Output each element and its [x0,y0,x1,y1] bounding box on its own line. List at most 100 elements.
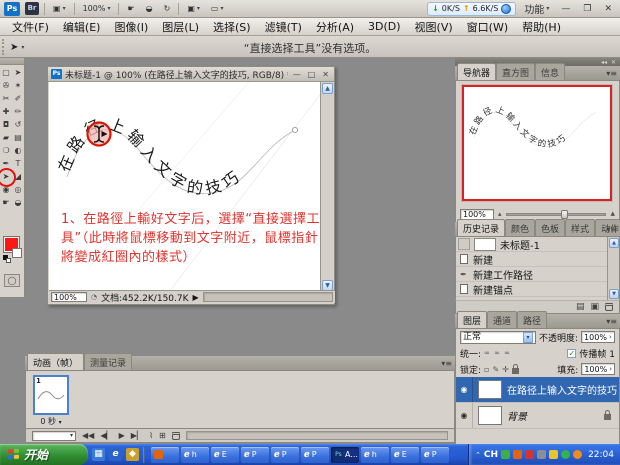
layer-name[interactable]: 在路径上输入文字的技巧 [507,382,617,397]
close-button[interactable]: ✕ [600,4,616,14]
move-tool[interactable]: ➤ [12,66,24,79]
tab-channels[interactable]: 通道 [487,311,517,328]
path-end-anchor[interactable] [292,127,297,132]
delete-state-button[interactable] [605,303,613,311]
tab-paths[interactable]: 路径 [517,311,547,328]
delete-frame-button[interactable] [172,432,180,440]
taskbar-window-button[interactable]: eP [301,447,329,463]
text-layer-thumbnail[interactable]: T [478,380,502,399]
quick-launch-desktop-icon[interactable]: ▦ [92,448,105,461]
minimize-button[interactable]: — [557,4,574,14]
quick-mask-button[interactable]: ◯ [4,274,20,287]
visibility-toggle[interactable]: ◉ [456,377,473,402]
history-scrollbar[interactable]: ▲ ▼ [607,237,619,300]
3d-rotate-tool[interactable]: ◉ [0,183,12,196]
canvas[interactable]: 在路径上输入文字的技巧 1、在路徑上輸好文字后，選擇“直接選擇工具”（此時將鼠標… [49,82,322,292]
taskbar-window-button[interactable]: eh [361,447,389,463]
zoom-in-icon[interactable]: ▴ [610,209,615,219]
tray-icon[interactable] [513,450,522,459]
dodge-tool[interactable]: ◐ [12,144,24,157]
status-menu-arrow[interactable]: ▶ [193,293,199,302]
menu-file[interactable]: 文件(F) [5,17,56,37]
tab-swatches[interactable]: 色板 [535,219,565,236]
panel-menu-icon[interactable]: ▾≡ [606,317,617,326]
clone-stamp-tool[interactable]: ◘ [0,118,12,131]
collapse-panels-icon[interactable]: ◂◂ [601,59,607,66]
play-button[interactable]: ▶ [119,431,125,440]
tools-panel-header[interactable] [0,58,24,65]
doc-maximize-button[interactable]: □ [306,70,318,79]
fill-field[interactable]: 100%› [581,363,615,375]
menu-select[interactable]: 选择(S) [206,17,258,37]
scroll-up-arrow[interactable]: ▲ [609,238,619,248]
gradient-tool[interactable]: ▤ [12,131,24,144]
scroll-up-arrow[interactable]: ▲ [322,83,333,94]
menu-analysis[interactable]: 分析(A) [309,17,361,37]
tray-icon[interactable] [525,450,534,459]
brush-tool[interactable]: ✏ [12,105,24,118]
tab-navigator[interactable]: 导航器 [457,63,496,80]
tray-icon[interactable] [573,450,582,459]
3d-orbit-tool[interactable]: ◎ [12,183,24,196]
taskbar-window-button[interactable]: eE [211,447,239,463]
tray-icon[interactable] [549,450,558,459]
zoom-level-control[interactable]: 100%▾ [80,3,114,14]
crop-tool[interactable]: ✂ [0,92,12,105]
taskbar-window-button[interactable]: eP [421,447,449,463]
menu-filter[interactable]: 滤镜(T) [258,17,309,37]
animation-scrollbar[interactable] [186,431,448,440]
tab-layers[interactable]: 图层 [457,311,487,328]
new-document-from-state-button[interactable]: ▤ [576,302,585,312]
lock-position-icon[interactable]: ✛ [502,365,509,374]
vertical-scrollbar[interactable]: ▲ ▼ [320,82,333,292]
unify-link-icons[interactable]: ∞ ∞ ∞ [484,349,511,357]
lock-all-icon[interactable] [512,368,519,374]
taskbar-window-button[interactable]: eP [271,447,299,463]
lasso-tool[interactable]: ✇ [0,79,12,92]
taskbar-window-button[interactable]: eP [241,447,269,463]
type-tool[interactable]: T [12,157,24,170]
duplicate-frame-button[interactable]: ⊞ [159,431,166,440]
tween-button[interactable]: ⌇ [149,431,153,440]
panel-menu-icon[interactable]: ▾≡ [606,225,617,234]
tab-histogram[interactable]: 直方图 [496,63,535,80]
zoom-tool-button[interactable]: ◒ [143,3,156,14]
history-brush-tool[interactable]: ↺ [12,118,24,131]
visibility-toggle[interactable]: ◉ [456,403,473,428]
tab-info[interactable]: 信息 [535,63,565,80]
taskbar-window-button[interactable] [151,447,179,463]
hand-tool-button[interactable]: ☛ [124,3,137,14]
history-step-row[interactable]: 新建 [456,252,619,267]
lock-paint-icon[interactable]: ✎ [492,365,499,374]
view-extras-button[interactable]: ▣▾ [50,3,69,14]
opacity-field[interactable]: 100%› [581,331,615,343]
eyedropper-tool[interactable]: ✐ [12,92,24,105]
doc-close-button[interactable]: ✕ [320,70,331,79]
bridge-launch-icon[interactable]: Br [25,2,39,15]
eraser-tool[interactable]: ▰ [0,131,12,144]
lock-transparent-icon[interactable]: ▫ [484,365,489,374]
history-step-row[interactable]: 新建锚点 [456,282,619,297]
rotate-view-button[interactable]: ↻ [161,3,174,14]
propagate-checkbox[interactable]: ✓ [567,349,576,358]
layer-row-background[interactable]: ◉ 背景 [456,403,619,429]
document-title-bar[interactable]: Ps 未标题-1 @ 100% (在路径上输入文字的技巧, RGB/8) * —… [48,67,334,82]
panel-menu-icon[interactable]: ▾≡ [606,69,617,78]
background-layer-thumbnail[interactable] [478,406,502,425]
menu-window[interactable]: 窗口(W) [460,17,515,37]
tray-icon[interactable] [501,450,510,459]
quick-launch-folder-icon[interactable]: ◆ [126,448,139,461]
tab-styles[interactable]: 样式 [565,219,595,236]
tray-chevron-icon[interactable]: ⌃ [475,451,481,459]
blur-tool[interactable]: ❍ [0,144,12,157]
first-frame-button[interactable]: ◀◀ [82,431,94,440]
history-brush-source[interactable] [458,238,470,250]
status-zoom-field[interactable]: 100% [51,292,87,302]
shape-tool[interactable]: ◢ [12,170,24,183]
navigator-zoom-field[interactable]: 100% [460,209,494,220]
navigator-proxy-view[interactable]: 在路径上输入文字的技巧 [462,85,612,201]
menu-layer[interactable]: 图层(L) [155,17,206,37]
doc-minimize-button[interactable]: — [291,70,303,79]
menu-help[interactable]: 帮助(H) [515,17,568,37]
next-frame-button[interactable]: ▶▏ [131,431,143,440]
